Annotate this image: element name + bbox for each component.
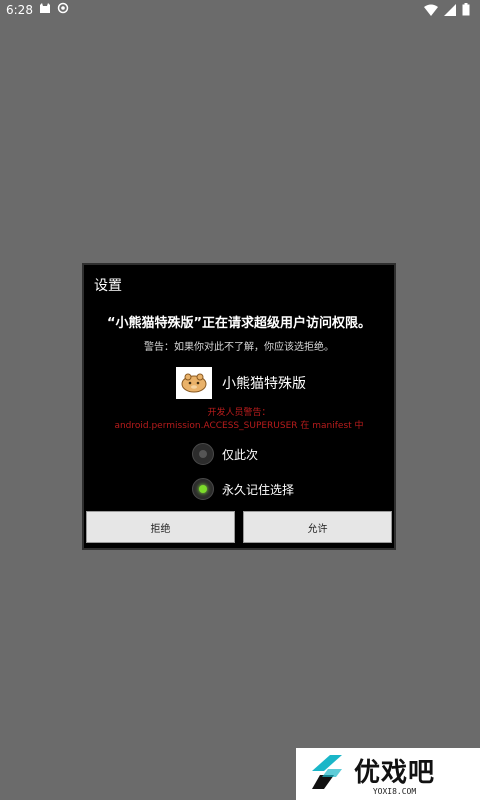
superuser-dialog: 设置 “小熊猫特殊版”正在请求超级用户访问权限。 警告：如果你对此不了解，你应该… <box>82 263 396 550</box>
signal-icon <box>444 3 456 19</box>
option-remember[interactable]: 永久记住选择 <box>192 478 294 500</box>
cat-icon <box>39 2 51 17</box>
allow-button[interactable]: 允许 <box>243 511 392 543</box>
developer-warning-line-1: 开发人员警告： <box>207 408 271 418</box>
dialog-warning: 警告：如果你对此不了解，你应该选拒绝。 <box>144 342 334 353</box>
watermark-subtext: YOXI8.COM <box>372 787 417 796</box>
option-once-label: 仅此次 <box>222 447 259 462</box>
status-bar: 6:28 <box>0 0 480 20</box>
watermark-text: 优戏吧 <box>354 758 436 788</box>
deny-button[interactable]: 拒绝 <box>86 511 235 543</box>
option-once[interactable]: 仅此次 <box>192 443 258 465</box>
battery-icon <box>462 3 470 19</box>
circle-icon <box>57 2 69 17</box>
app-icon <box>176 367 212 399</box>
developer-warning: 开发人员警告： android.permission.ACCESS_SUPERU… <box>84 407 394 433</box>
app-name: 小熊猫特殊版 <box>222 376 306 392</box>
wifi-icon <box>424 4 438 19</box>
watermark-logo-icon <box>306 751 348 797</box>
status-time: 6:28 <box>6 2 33 17</box>
radio-once[interactable] <box>192 443 214 465</box>
developer-warning-line-2: android.permission.ACCESS_SUPERUSER 在 ma… <box>114 421 364 431</box>
dialog-title: 设置 <box>94 278 122 294</box>
dialog-heading: “小熊猫特殊版”正在请求超级用户访问权限。 <box>106 316 372 331</box>
dialog-buttons: 拒绝 允许 <box>86 511 392 543</box>
watermark: 优戏吧 YOXI8.COM <box>296 748 480 800</box>
radio-remember[interactable] <box>192 478 214 500</box>
app-info: 小熊猫特殊版 <box>176 367 306 399</box>
option-remember-label: 永久记住选择 <box>222 482 295 497</box>
